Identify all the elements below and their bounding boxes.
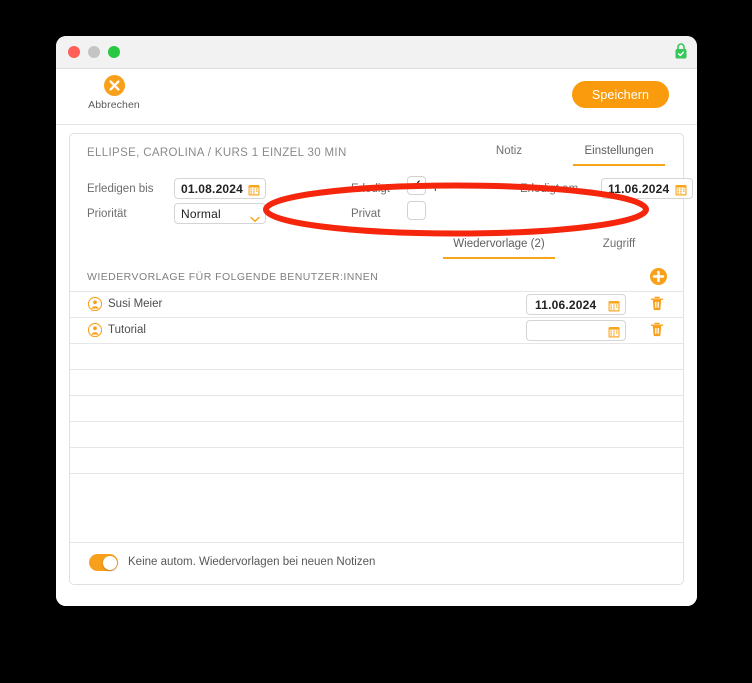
window-body: ELLIPSE, CAROLINA / KURS 1 EINZEL 30 MIN… (56, 125, 697, 606)
card-footer: Keine autom. Wiedervorlagen bei neuen No… (70, 542, 683, 584)
table-row[interactable]: Tutorial (70, 317, 683, 343)
window-titlebar (56, 36, 697, 69)
app-window: Abbrechen Speichern ELLIPSE, CAROLINA / … (56, 36, 697, 606)
private-checkbox[interactable] (407, 201, 426, 220)
person-icon (87, 322, 103, 338)
lock-icon (674, 42, 688, 60)
card-header: ELLIPSE, CAROLINA / KURS 1 EINZEL 30 MIN… (70, 134, 683, 173)
calendar-icon[interactable] (675, 183, 687, 196)
priority-select[interactable]: Normal (174, 203, 266, 224)
window-toolbar: Abbrechen Speichern (56, 69, 697, 125)
traffic-light-group (68, 46, 120, 58)
table-row-empty[interactable] (70, 343, 683, 369)
toggle-knob (102, 555, 117, 570)
done-on-value: 11.06.2024 (608, 182, 670, 196)
checkmark-icon: ✓ (410, 177, 423, 194)
list-section-title: WIEDERVORLAGE FÜR FOLGENDE BENUTZER:INNE… (87, 271, 379, 283)
save-button[interactable]: Speichern (572, 81, 669, 108)
done-label: Erledigt (351, 183, 390, 195)
calendar-icon[interactable] (608, 299, 620, 312)
circle-x-icon (103, 75, 125, 96)
row-date-value: 11.06.2024 (535, 298, 597, 312)
table-row-empty[interactable] (70, 369, 683, 395)
done-on-label: Erledigt am (520, 183, 579, 195)
settings-card: ELLIPSE, CAROLINA / KURS 1 EINZEL 30 MIN… (69, 133, 693, 585)
tab-zugriff[interactable]: Zugriff (564, 234, 674, 259)
row-date-input[interactable]: 11.06.2024 (526, 294, 626, 315)
private-label: Privat (351, 208, 381, 220)
due-date-label: Erledigen bis (87, 183, 154, 195)
add-user-button[interactable] (650, 268, 667, 285)
chevron-down-icon (250, 210, 260, 223)
second-tab-bar: Wiedervorlage (2) Zugriff (434, 234, 674, 259)
priority-value: Normal (181, 207, 221, 221)
user-list: Susi Meier 11.06.2024 Tutorial (70, 291, 683, 474)
person-icon (87, 296, 103, 312)
screen-root: { "window": { "traffic_lights": ["close-… (0, 0, 752, 683)
tab-wiedervorlage[interactable]: Wiedervorlage (2) (434, 234, 564, 259)
table-row-empty[interactable] (70, 395, 683, 421)
table-row[interactable]: Susi Meier 11.06.2024 (70, 291, 683, 317)
zoom-button[interactable] (108, 46, 120, 58)
trash-icon[interactable] (650, 322, 664, 337)
priority-label: Priorität (87, 208, 127, 220)
auto-followup-toggle[interactable] (89, 554, 118, 571)
minimize-button[interactable] (88, 46, 100, 58)
table-row-empty[interactable] (70, 421, 683, 447)
due-date-value: 01.08.2024 (181, 182, 244, 196)
close-button[interactable] (68, 46, 80, 58)
tab-einstellungen[interactable]: Einstellungen (564, 141, 674, 166)
cancel-button-label: Abbrechen (88, 99, 140, 111)
page-title: ELLIPSE, CAROLINA / KURS 1 EINZEL 30 MIN (87, 147, 347, 159)
table-row-empty[interactable] (70, 447, 683, 474)
list-section-header: WIEDERVORLAGE FÜR FOLGENDE BENUTZER:INNE… (70, 265, 683, 291)
done-checkbox[interactable]: ✓ (407, 176, 426, 195)
calendar-icon[interactable] (248, 183, 260, 196)
cancel-button[interactable]: Abbrechen (81, 75, 147, 111)
due-date-input[interactable]: 01.08.2024 (174, 178, 266, 199)
row-date-input[interactable] (526, 320, 626, 341)
user-name: Tutorial (108, 324, 146, 336)
done-suffix-label: T (432, 182, 439, 194)
top-tab-bar: Notiz Einstellungen (454, 141, 674, 166)
auto-followup-toggle-label: Keine autom. Wiedervorlagen bei neuen No… (128, 556, 376, 568)
calendar-icon[interactable] (608, 325, 620, 338)
user-name: Susi Meier (108, 298, 163, 310)
done-on-input[interactable]: 11.06.2024 (601, 178, 693, 199)
trash-icon[interactable] (650, 296, 664, 311)
tab-notiz[interactable]: Notiz (454, 141, 564, 166)
form-area: Erledigen bis 01.08.2024 Erledigt ✓ T Er… (70, 173, 693, 233)
